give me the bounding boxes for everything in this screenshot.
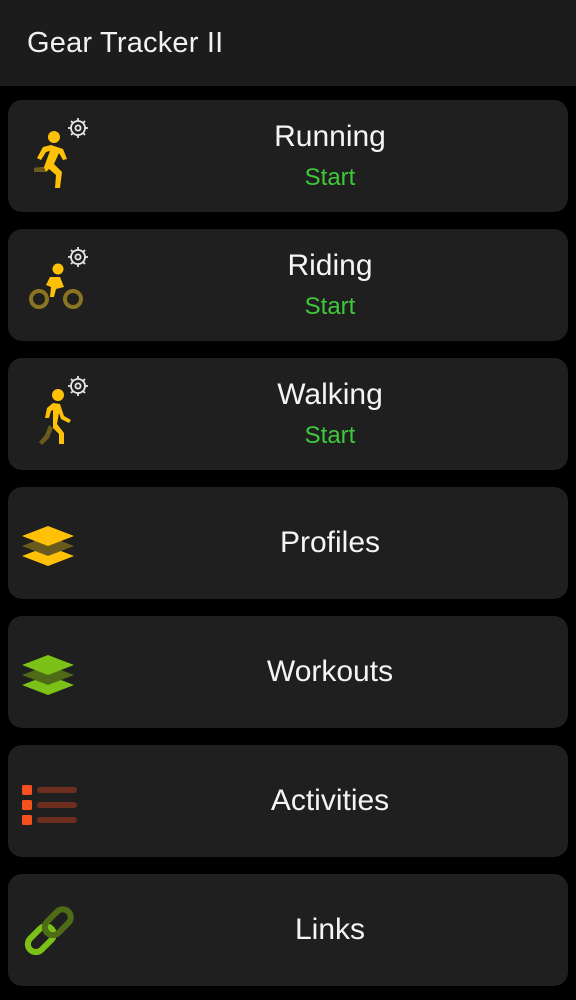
riding-card[interactable]: Riding Start	[8, 229, 568, 341]
menu-list: Running Start Riding Start Walking Start…	[0, 100, 576, 986]
activities-card[interactable]: Activities	[8, 745, 568, 857]
running-label: Running	[274, 120, 386, 153]
riding-start-button[interactable]: Start	[305, 293, 356, 321]
running-start-button[interactable]: Start	[305, 164, 356, 192]
workouts-label: Workouts	[266, 655, 394, 688]
activities-label: Activities	[270, 784, 390, 817]
profiles-label: Profiles	[279, 526, 381, 559]
profiles-card[interactable]: Profiles	[8, 487, 568, 599]
walking-start-button[interactable]: Start	[305, 422, 356, 450]
riding-label: Riding	[287, 249, 373, 282]
links-label: Links	[294, 913, 366, 946]
running-card[interactable]: Running Start	[8, 100, 568, 212]
links-card[interactable]: Links	[8, 874, 568, 986]
walking-card[interactable]: Walking Start	[8, 358, 568, 470]
walking-label: Walking	[277, 378, 383, 411]
workouts-card[interactable]: Workouts	[8, 616, 568, 728]
app-bar: Gear Tracker II	[0, 0, 576, 86]
app-title: Gear Tracker II	[27, 26, 224, 59]
